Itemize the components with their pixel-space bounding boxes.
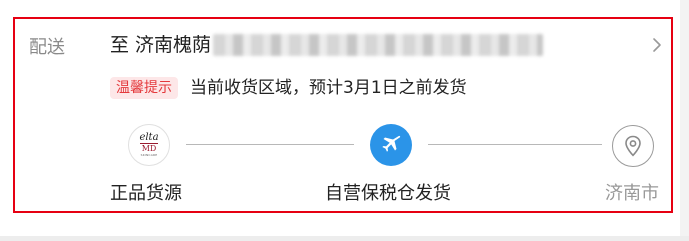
location-pin-icon <box>612 125 654 167</box>
progress-line-2 <box>428 144 602 145</box>
page: 配送 至 济南槐荫 温馨提示 当前收货区域，预计3月1日之前发货 elta MD… <box>0 0 689 241</box>
location-pin-glyph <box>625 135 641 157</box>
airplane-icon <box>370 124 412 166</box>
brand-logo-line3: SKINCARE <box>140 153 158 157</box>
step-label-bonded-warehouse: 自营保税仓发货 <box>325 183 451 204</box>
airplane-glyph <box>382 135 401 152</box>
brand-logo-line1: elta <box>139 132 159 143</box>
delivery-card: 配送 至 济南槐荫 温馨提示 当前收货区域，预计3月1日之前发货 elta MD… <box>0 0 680 236</box>
step-label-destination-city: 济南市 <box>605 183 659 204</box>
chevron-right-icon[interactable] <box>648 36 666 54</box>
redacted-address-block <box>213 34 544 56</box>
progress-line-1 <box>186 144 354 145</box>
delivery-label: 配送 <box>29 37 65 58</box>
shipping-tip-row: 温馨提示 当前收货区域，预计3月1日之前发货 <box>110 75 467 101</box>
scrollbar-track <box>680 0 689 241</box>
tip-text: 当前收货区域，预计3月1日之前发货 <box>190 78 467 98</box>
section-divider <box>0 236 689 241</box>
brand-logo-icon: elta MD SKINCARE <box>128 124 170 166</box>
step-label-authentic: 正品货源 <box>110 183 182 204</box>
delivery-address-row[interactable]: 至 济南槐荫 <box>110 31 544 59</box>
brand-logo-line2: MD <box>139 143 159 153</box>
delivery-address-text: 至 济南槐荫 <box>110 34 212 56</box>
tip-badge: 温馨提示 <box>110 77 178 99</box>
